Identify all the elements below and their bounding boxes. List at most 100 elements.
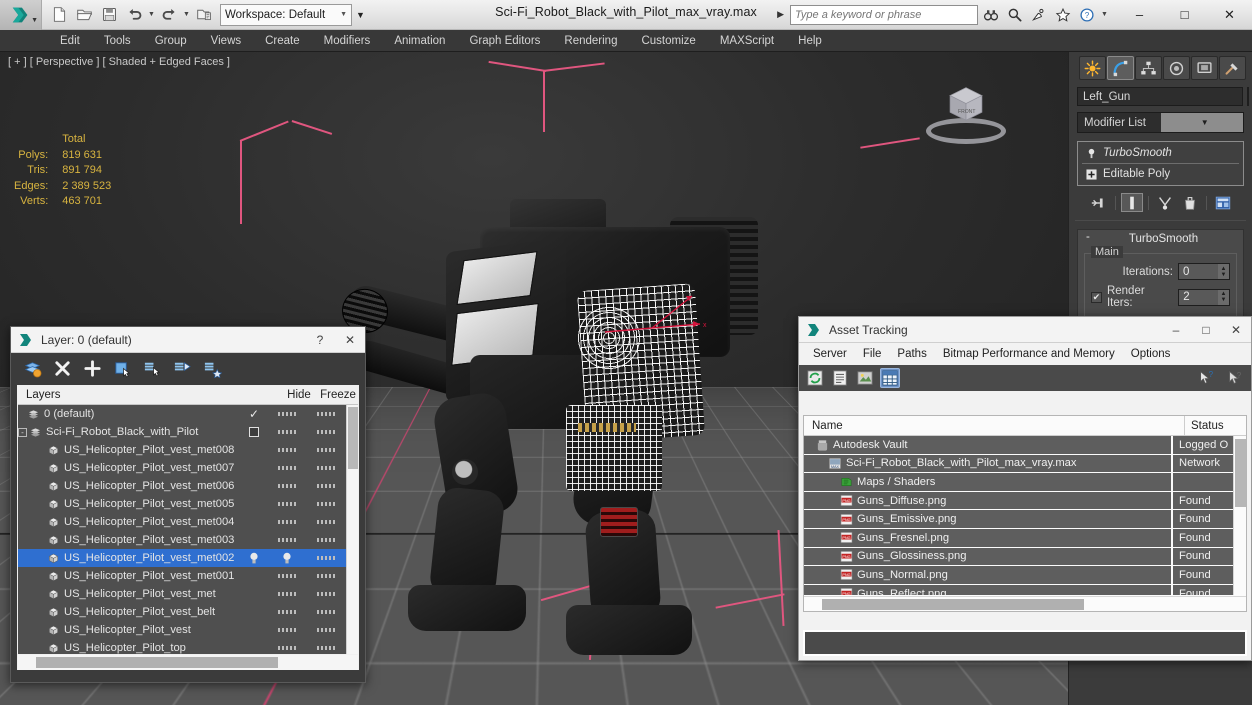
help-button[interactable]: ?: [1225, 368, 1245, 388]
undo-dropdown-caret-icon[interactable]: ▼: [147, 11, 156, 18]
layer-dialog[interactable]: Layer: 0 (default) ? ✕ Layers Hide Freez…: [10, 326, 366, 683]
motion-tab[interactable]: [1163, 56, 1190, 80]
asset-menu-item-bitmap-performance-and-memory[interactable]: Bitmap Performance and Memory: [935, 345, 1123, 363]
scrollbar-thumb[interactable]: [1235, 439, 1246, 507]
find-button[interactable]: [980, 4, 1002, 26]
layer-row[interactable]: 0 (default) ✓: [18, 405, 346, 423]
freeze-dots-icon[interactable]: [317, 466, 335, 470]
freeze-dots-icon[interactable]: [317, 628, 335, 632]
object-color-swatch[interactable]: [1247, 87, 1249, 106]
layer-state-cell[interactable]: [240, 552, 268, 565]
hide-dots-icon[interactable]: [278, 412, 296, 416]
modifier-stack-item-turbosmooth[interactable]: TurboSmooth: [1080, 144, 1241, 162]
menu-item-maxscript[interactable]: MAXScript: [708, 32, 786, 50]
freeze-dots-icon[interactable]: [317, 412, 335, 416]
asset-menu-item-options[interactable]: Options: [1123, 345, 1179, 363]
hierarchy-tab[interactable]: [1135, 56, 1162, 80]
hide-dots-icon[interactable]: [278, 448, 296, 452]
hide-dots-icon[interactable]: [278, 646, 296, 650]
iterations-input[interactable]: [1179, 264, 1218, 279]
hide-dots-icon[interactable]: [278, 538, 296, 542]
favorites-button[interactable]: [1052, 4, 1074, 26]
layer-row[interactable]: US_Helicopter_Pilot_vest_met005: [18, 495, 346, 513]
freeze-dots-icon[interactable]: [317, 520, 335, 524]
lightbulb-icon[interactable]: [249, 552, 259, 565]
layer-freeze-cell[interactable]: [306, 520, 346, 524]
help-dropdown-caret-icon[interactable]: ▼: [1100, 11, 1109, 18]
layer-hide-cell[interactable]: [268, 574, 306, 578]
create-tab[interactable]: [1079, 56, 1106, 80]
layer-hide-cell[interactable]: [268, 628, 306, 632]
menu-item-create[interactable]: Create: [253, 32, 312, 50]
layer-hide-cell[interactable]: [268, 412, 306, 416]
layer-freeze-cell[interactable]: [306, 646, 346, 650]
asset-dialog-titlebar[interactable]: Asset Tracking – □ ✕: [799, 317, 1251, 343]
layer-row[interactable]: - Sci-Fi_Robot_Black_with_Pilot: [18, 423, 346, 441]
asset-row[interactable]: Maps / Shaders: [804, 473, 1233, 492]
grid-view-button[interactable]: [880, 368, 900, 388]
modify-tab[interactable]: [1107, 56, 1134, 80]
layer-row[interactable]: US_Helicopter_Pilot_vest_met006: [18, 477, 346, 495]
menu-item-rendering[interactable]: Rendering: [552, 32, 629, 50]
display-tab[interactable]: [1191, 56, 1218, 80]
asset-row[interactable]: PNG Guns_Reflect.png Found: [804, 584, 1233, 595]
select-highlighted-objects-button[interactable]: [141, 357, 163, 379]
layer-row[interactable]: US_Helicopter_Pilot_vest_met003: [18, 531, 346, 549]
layer-state-cell[interactable]: ✓: [240, 407, 268, 421]
menu-item-animation[interactable]: Animation: [382, 32, 457, 50]
layer-freeze-cell[interactable]: [306, 556, 346, 560]
add-selection-to-layer-button[interactable]: [81, 357, 103, 379]
layer-freeze-cell[interactable]: [306, 628, 346, 632]
maximize-button[interactable]: □: [1162, 0, 1207, 30]
layer-freeze-cell[interactable]: [306, 430, 346, 434]
delete-layer-button[interactable]: [51, 357, 73, 379]
hide-dots-icon[interactable]: [278, 574, 296, 578]
thumbnail-view-button[interactable]: [855, 368, 875, 388]
layer-row[interactable]: US_Helicopter_Pilot_vest_met004: [18, 513, 346, 531]
search-expand-caret-icon[interactable]: ▶: [773, 9, 788, 20]
set-project-folder-button[interactable]: [192, 3, 216, 27]
redo-button[interactable]: [157, 3, 181, 27]
close-button[interactable]: ✕: [1207, 0, 1252, 30]
layer-freeze-cell[interactable]: [306, 592, 346, 596]
freeze-dots-icon[interactable]: [317, 538, 335, 542]
layer-row[interactable]: US_Helicopter_Pilot_vest: [18, 621, 346, 639]
render-iters-spinner[interactable]: ▲▼: [1178, 288, 1230, 306]
row-expander[interactable]: -: [18, 426, 30, 438]
collapse-box-icon[interactable]: -: [18, 428, 27, 437]
asset-tracking-dialog[interactable]: Asset Tracking – □ ✕ Server File Paths Bitm…: [798, 316, 1252, 661]
layer-freeze-cell[interactable]: [306, 574, 346, 578]
layer-row[interactable]: US_Helicopter_Pilot_vest_met007: [18, 459, 346, 477]
pin-stack-button[interactable]: [1088, 193, 1110, 212]
layer-row[interactable]: US_Helicopter_Pilot_vest_met002: [18, 549, 346, 567]
asset-menu-item-server[interactable]: Server: [805, 345, 855, 363]
workspace-dropdown-button[interactable]: ▼: [352, 4, 369, 26]
layer-row[interactable]: US_Helicopter_Pilot_vest_met: [18, 585, 346, 603]
asset-row[interactable]: PNG Guns_Glossiness.png Found: [804, 547, 1233, 567]
show-end-result-button[interactable]: [1120, 193, 1143, 212]
application-menu-button[interactable]: ▼: [0, 0, 42, 30]
new-file-button[interactable]: [47, 3, 71, 27]
layer-rows-container[interactable]: 0 (default) ✓ - Sci-Fi_Robot_Black_with_Pil…: [18, 405, 346, 654]
freeze-dots-icon[interactable]: [317, 484, 335, 488]
asset-list-horizontal-scrollbar[interactable]: [804, 596, 1246, 611]
freeze-dots-icon[interactable]: [317, 574, 335, 578]
layer-hide-cell[interactable]: [268, 484, 306, 488]
hide-dots-icon[interactable]: [278, 502, 296, 506]
create-new-layer-button[interactable]: [21, 357, 43, 379]
rollout-header[interactable]: - TurboSmooth: [1078, 230, 1243, 247]
layer-list-horizontal-scrollbar[interactable]: [18, 655, 358, 670]
scrollbar-thumb[interactable]: [348, 407, 358, 469]
hide-dots-icon[interactable]: [278, 466, 296, 470]
modifier-stack-item-editable-poly[interactable]: Editable Poly: [1080, 165, 1241, 183]
layer-hide-cell[interactable]: [268, 430, 306, 434]
search-button[interactable]: [1004, 4, 1026, 26]
freeze-dots-icon[interactable]: [317, 448, 335, 452]
select-objects-in-layer-button[interactable]: [111, 357, 133, 379]
scrollbar-thumb[interactable]: [822, 599, 1084, 610]
layer-freeze-cell[interactable]: [306, 610, 346, 614]
layer-freeze-cell[interactable]: [306, 448, 346, 452]
workspace-selector[interactable]: Workspace: Default ▼: [220, 3, 352, 26]
freeze-dots-icon[interactable]: [317, 610, 335, 614]
lightbulb-icon[interactable]: [282, 552, 292, 565]
